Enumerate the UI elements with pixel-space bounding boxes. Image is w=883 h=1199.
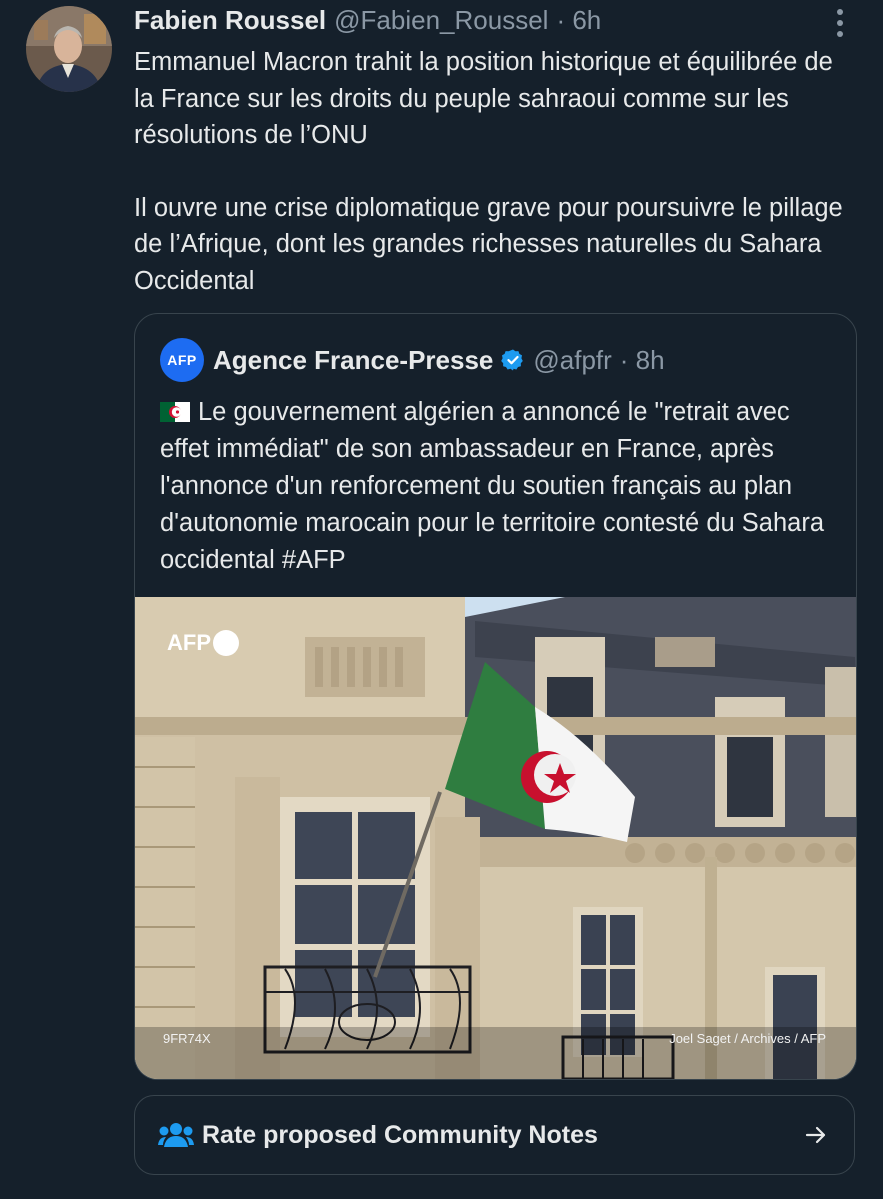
quoted-author-avatar[interactable]: AFP xyxy=(160,338,204,382)
afp-watermark: AFP xyxy=(167,630,239,656)
quoted-tweet[interactable]: AFP Agence France-Presse @afpfr · 8h Le … xyxy=(134,313,857,1080)
tweet-paragraph-1: Emmanuel Macron trahit la position histo… xyxy=(134,48,833,149)
quoted-tweet-text: Le gouvernement algérien a annoncé le "r… xyxy=(160,394,845,579)
author-name[interactable]: Fabien Roussel xyxy=(134,5,326,36)
afp-logo-dot xyxy=(213,630,239,656)
people-icon xyxy=(158,1123,194,1147)
tweet-paragraph-2: Il ouvre une crise diplomatique grave po… xyxy=(134,193,843,295)
quoted-tweet-time[interactable]: · 8h xyxy=(620,345,665,376)
quoted-author-name[interactable]: Agence France-Presse xyxy=(213,345,493,376)
more-vertical-icon xyxy=(837,9,843,37)
tweet-photo[interactable]: AFP 9FR74X Joel Saget / Archives / AFP xyxy=(135,597,856,1079)
more-options-button[interactable] xyxy=(826,6,854,40)
tweet-text: Emmanuel Macron trahit la position histo… xyxy=(134,44,854,299)
tweet-time[interactable]: · 6h xyxy=(556,5,601,36)
rate-community-notes-button[interactable]: Rate proposed Community Notes xyxy=(134,1095,855,1175)
photo-credit: Joel Saget / Archives / AFP xyxy=(669,1031,826,1046)
tweet-header: Fabien Roussel @Fabien_Roussel · 6h xyxy=(134,4,601,36)
author-handle[interactable]: @Fabien_Roussel xyxy=(334,5,548,36)
afp-logo-text: AFP xyxy=(167,630,211,655)
quoted-author-handle[interactable]: @afpfr xyxy=(533,345,611,376)
quoted-tweet-header: Agence France-Presse @afpfr · 8h xyxy=(213,340,665,380)
photo-id: 9FR74X xyxy=(163,1031,211,1046)
arrow-right-icon xyxy=(805,1126,826,1144)
verified-badge-icon xyxy=(501,349,524,371)
author-avatar[interactable] xyxy=(26,6,112,92)
algeria-flag-emoji xyxy=(160,402,190,422)
community-notes-label: Rate proposed Community Notes xyxy=(202,1120,598,1149)
quoted-tweet-body: Le gouvernement algérien a annoncé le "r… xyxy=(160,398,824,574)
